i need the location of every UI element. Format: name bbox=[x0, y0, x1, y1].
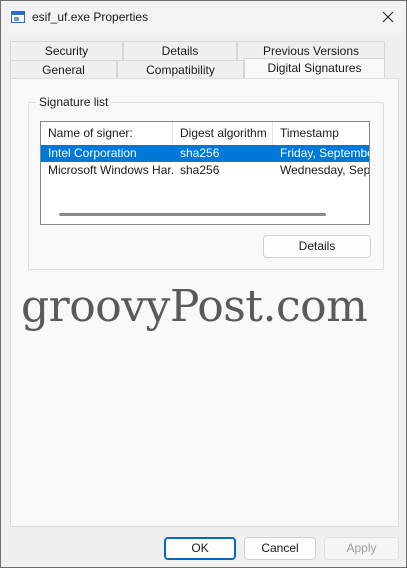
title-bar: esif_uf.exe Properties bbox=[1, 1, 406, 33]
apply-button[interactable]: Apply bbox=[324, 537, 399, 560]
tab-compatibility[interactable]: Compatibility bbox=[117, 60, 244, 79]
properties-dialog: esif_uf.exe Properties Security Details … bbox=[0, 0, 407, 568]
cancel-button[interactable]: Cancel bbox=[244, 537, 316, 560]
column-header-signer[interactable]: Name of signer: bbox=[41, 122, 173, 146]
window-title: esif_uf.exe Properties bbox=[32, 10, 149, 24]
digest-algorithm: sha256 bbox=[180, 163, 220, 177]
signer-name: Microsoft Windows Har... bbox=[48, 163, 173, 177]
horizontal-scrollbar[interactable] bbox=[59, 213, 326, 216]
tab-strip: Security Details Previous Versions Gener… bbox=[10, 41, 385, 79]
tab-digital-signatures[interactable]: Digital Signatures bbox=[244, 58, 385, 79]
close-button[interactable] bbox=[373, 5, 403, 29]
digest-algorithm: sha256 bbox=[180, 146, 220, 160]
signature-list-group: Signature list Name of signer: Digest al… bbox=[28, 95, 384, 270]
watermark-text: groovyPost.com bbox=[21, 281, 368, 332]
list-header: Name of signer: Digest algorithm Timesta… bbox=[41, 122, 369, 146]
tab-security[interactable]: Security bbox=[10, 41, 123, 60]
signer-name: Intel Corporation bbox=[48, 146, 137, 160]
timestamp: Friday, September bbox=[280, 146, 370, 160]
signature-list[interactable]: Name of signer: Digest algorithm Timesta… bbox=[40, 121, 370, 225]
ok-button[interactable]: OK bbox=[164, 537, 236, 560]
window-app-icon bbox=[11, 11, 25, 23]
column-header-digest[interactable]: Digest algorithm bbox=[173, 122, 273, 146]
column-header-timestamp[interactable]: Timestamp bbox=[273, 122, 369, 146]
signature-list-label: Signature list bbox=[36, 95, 112, 109]
timestamp: Wednesday, Septe bbox=[280, 163, 370, 177]
close-icon bbox=[382, 11, 394, 23]
details-button[interactable]: Details bbox=[263, 235, 371, 258]
tab-general[interactable]: General bbox=[10, 60, 117, 79]
table-row[interactable]: Microsoft Windows Har... sha256 Wednesda… bbox=[41, 162, 369, 179]
table-row[interactable]: Intel Corporation sha256 Friday, Septemb… bbox=[41, 145, 369, 162]
tab-details[interactable]: Details bbox=[123, 41, 237, 60]
